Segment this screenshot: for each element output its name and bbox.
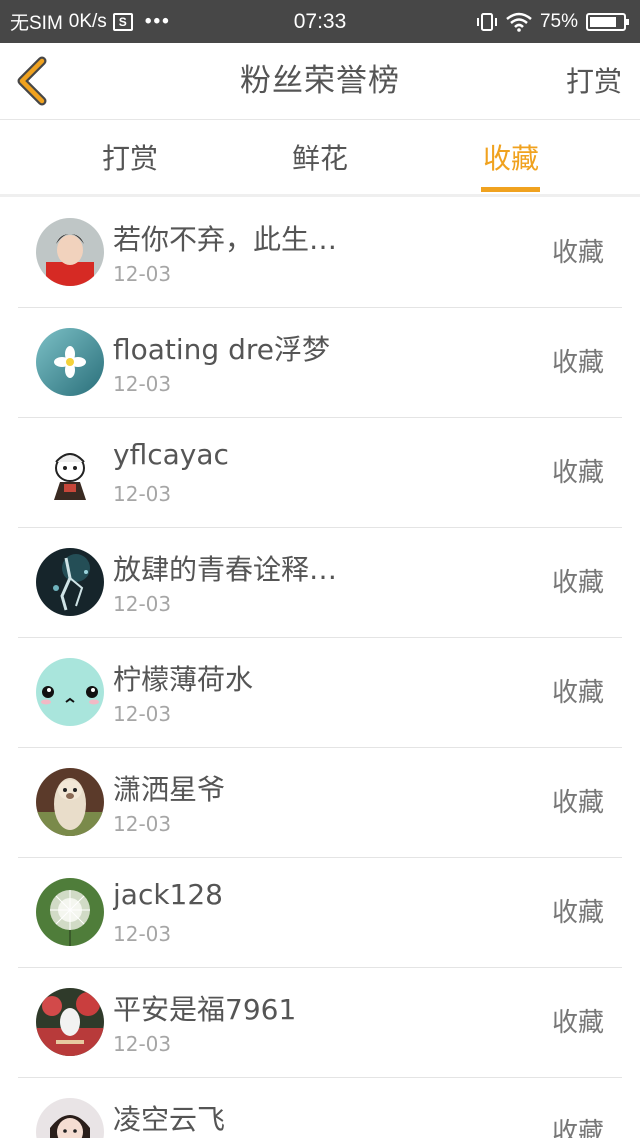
item-date: 12-03 [113,922,172,946]
carrier-label: 无SIM [10,13,63,34]
page-title: 粉丝荣誉榜 [240,63,400,99]
wifi-icon [506,12,532,32]
avatar [36,878,104,946]
more-notifications-icon: ••• [144,10,171,32]
tab-reward[interactable]: 打赏 [70,121,190,197]
reward-button[interactable]: 打赏 [566,43,622,120]
favorite-label: 收藏 [551,678,604,708]
battery-icon [586,12,630,32]
avatar [36,658,104,726]
user-name: 潇洒星爷 [113,773,226,806]
favorite-label: 收藏 [551,898,604,928]
user-name: 平安是福7961 [113,993,297,1026]
list-item[interactable]: yflcayac 12-03 收藏 [0,418,640,528]
item-date: 12-03 [113,702,172,726]
network-speed: 0K/s [68,10,107,32]
user-name: jack128 [113,878,223,911]
list-item[interactable]: 凌空云飞 收藏 [0,1078,640,1138]
favorite-label: 收藏 [551,238,604,268]
tab-flowers[interactable]: 鲜花 [260,121,380,197]
status-left: 无SIM 0K/s S ••• [10,0,171,43]
list-item[interactable]: floating dre浮梦 12-03 收藏 [0,308,640,418]
favorite-label: 收藏 [551,458,604,488]
user-name: 若你不弃，此生… [113,223,338,256]
tab-favorites[interactable]: 收藏 [451,121,571,197]
user-name: floating dre浮梦 [113,333,331,366]
user-name: 凌空云飞 [113,1103,226,1136]
list-item[interactable]: jack128 12-03 收藏 [0,858,640,968]
item-date: 12-03 [113,262,172,286]
list-item[interactable]: 潇洒星爷 12-03 收藏 [0,748,640,858]
battery-percent: 75% [539,10,578,32]
back-button[interactable] [10,55,60,107]
status-bar: 无SIM 0K/s S ••• 07:33 75% [0,0,640,43]
user-name: 放肆的青春诠释… [113,553,338,586]
item-date: 12-03 [113,1032,172,1056]
tab-bar: 打赏 鲜花 收藏 [0,121,640,197]
list-item[interactable]: 放肆的青春诠释… 12-03 收藏 [0,528,640,638]
avatar [36,218,104,286]
favorite-label: 收藏 [551,348,604,378]
avatar [36,1098,104,1138]
avatar [36,438,104,506]
favorite-label: 收藏 [551,1118,604,1138]
item-date: 12-03 [113,372,172,396]
item-date: 12-03 [113,812,172,836]
avatar [36,768,104,836]
list-item[interactable]: 若你不弃，此生… 12-03 收藏 [0,198,640,308]
favorite-label: 收藏 [551,1008,604,1038]
sim-icon: S [112,12,133,31]
avatar [36,328,104,396]
list-item[interactable]: 平安是福7961 12-03 收藏 [0,968,640,1078]
favorite-label: 收藏 [551,788,604,818]
vibrate-icon [476,11,498,33]
nav-header: 粉丝荣誉榜 打赏 [0,43,640,120]
avatar [36,988,104,1056]
active-tab-indicator [481,187,540,192]
status-right: 75% [476,0,630,43]
favorite-label: 收藏 [551,568,604,598]
avatar [36,548,104,616]
item-date: 12-03 [113,592,172,616]
list-item[interactable]: 柠檬薄荷水 12-03 收藏 [0,638,640,748]
fan-list: 若你不弃，此生… 12-03 收藏 floating dre浮梦 12-03 收… [0,198,640,1138]
user-name: yflcayac [113,438,229,471]
item-date: 12-03 [113,482,172,506]
user-name: 柠檬薄荷水 [113,663,254,696]
chevron-left-icon [17,56,47,106]
